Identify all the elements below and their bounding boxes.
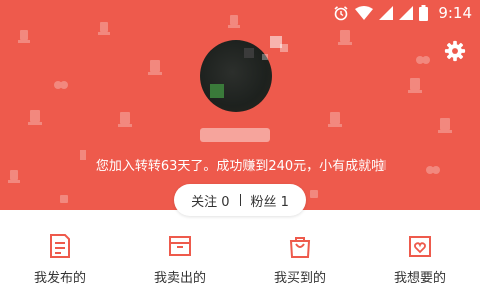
menu-item-label: 我买到的: [273, 271, 326, 286]
fans-link[interactable]: 粉丝 1: [251, 191, 289, 210]
document-icon: [50, 234, 70, 258]
heart-card-icon: [409, 236, 431, 257]
divider: [239, 194, 241, 206]
menu-item-label: 我想要的: [393, 271, 446, 286]
following-label: 关注: [191, 194, 218, 210]
menu-item-published[interactable]: 我发布的: [0, 225, 120, 300]
shopping-bag-icon: [289, 237, 311, 258]
menu-item-label: 我卖出的: [153, 271, 206, 286]
status-time: 9:14: [438, 4, 472, 22]
gear-icon: [444, 40, 466, 62]
following-count: 0: [221, 194, 230, 210]
menu-item-bought[interactable]: 我买到的: [240, 225, 360, 300]
settings-button[interactable]: [444, 40, 466, 62]
menu-item-sold[interactable]: 我卖出的: [120, 225, 240, 300]
following-link[interactable]: 关注 0: [191, 191, 229, 210]
joined-days-text: 您加入转转63天了。成功赚到240元，小有成就啦: [95, 159, 385, 174]
profile-menu: 我发布的 我卖出的 我买到的 我想要的: [0, 225, 480, 300]
avatar[interactable]: [200, 40, 272, 112]
wifi-icon: [355, 6, 374, 20]
nickname-redacted: [200, 128, 270, 142]
menu-item-wishlist[interactable]: 我想要的: [360, 225, 480, 300]
signal-icon: [379, 6, 394, 20]
alarm-icon: [334, 6, 348, 21]
fans-label: 粉丝: [250, 194, 277, 210]
fans-count: 1: [280, 194, 289, 210]
follow-stats: 关注 0 粉丝 1: [174, 184, 306, 216]
menu-item-label: 我发布的: [33, 271, 86, 286]
box-icon: [169, 236, 191, 256]
battery-icon: [419, 5, 429, 21]
profile-header: 9:14 您加入转转63天了。成功赚到240元，小有成就啦: [0, 0, 480, 210]
status-bar: 9:14: [333, 2, 472, 24]
signal-icon: [399, 6, 414, 20]
